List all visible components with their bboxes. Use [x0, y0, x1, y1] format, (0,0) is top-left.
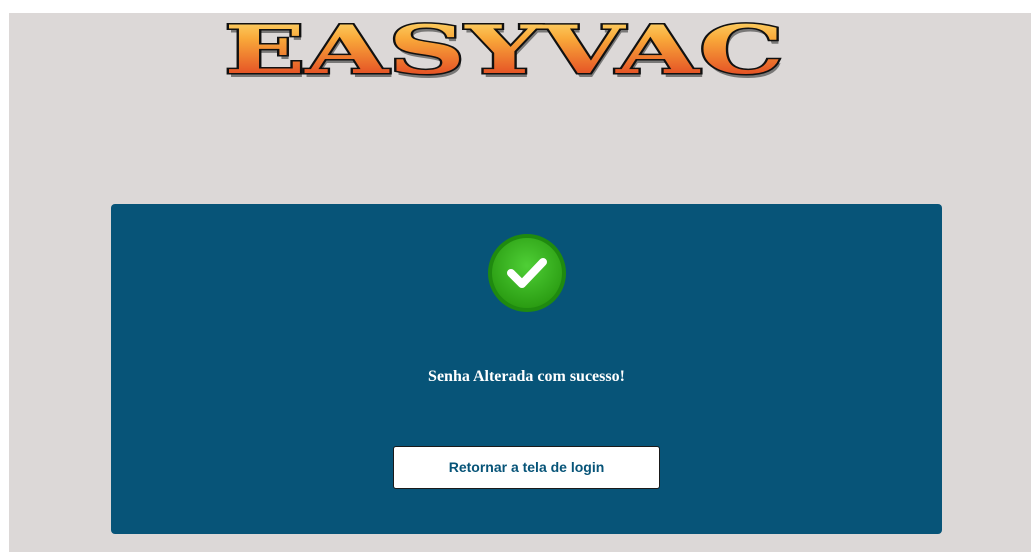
- easyvac-logo: EASYVAC EASYVAC: [214, 13, 794, 85]
- return-to-login-button[interactable]: Retornar a tela de login: [393, 446, 660, 489]
- check-circle-icon: [487, 233, 567, 313]
- page-background: EASYVAC EASYVAC Senha Alterada com suces…: [9, 13, 1031, 552]
- svg-text:EASYVAC: EASYVAC: [224, 13, 784, 85]
- success-message: Senha Alterada com sucesso!: [428, 368, 625, 385]
- success-card: Senha Alterada com sucesso! Retornar a t…: [111, 204, 942, 534]
